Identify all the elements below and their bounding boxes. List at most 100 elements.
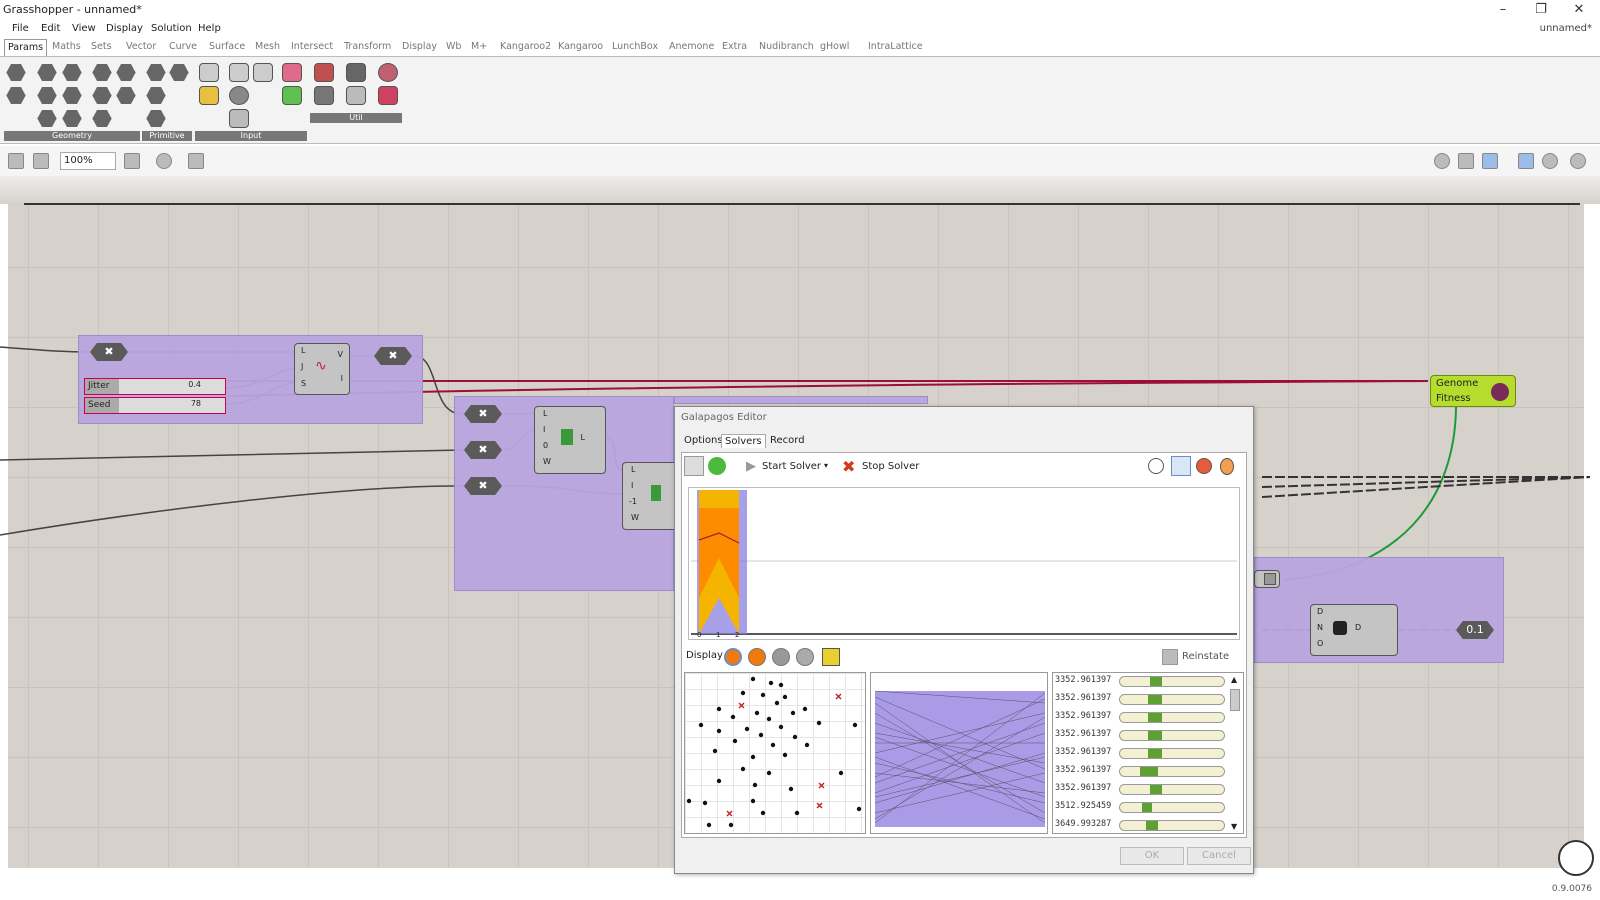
genome-marker [726,810,733,817]
list-item[interactable]: 3649.993287 [1055,817,1225,833]
x-tick: 2 [735,631,740,639]
fitness-value: 3649.993287 [1055,819,1112,829]
list-item-component[interactable]: L I -1 W [622,462,674,530]
data-output-component[interactable] [1254,570,1280,588]
fitness-list[interactable]: 3352.961397 3352.961397 3352.961397 3352… [1052,672,1244,834]
fitness-bar-fill [1148,749,1162,758]
input-l: L [301,346,306,355]
list-item[interactable]: 3352.961397 [1055,709,1225,725]
wire [0,449,463,461]
genome-point [804,742,810,748]
scroll-up-icon[interactable]: ▲ [1231,675,1237,684]
compass-widget-icon[interactable] [1558,840,1594,876]
jitter-wave-icon: ∿ [315,358,327,374]
radiation-icon[interactable] [822,648,840,666]
cancel-button[interactable]: Cancel [1187,847,1251,865]
fitness-chart-svg [691,490,1237,635]
list-item[interactable]: 3352.961397 [1055,745,1225,761]
input-l: L [543,409,548,418]
tab-record[interactable]: Record [767,434,808,447]
fitness-bar [1119,730,1225,741]
genome-point [716,706,722,712]
genome-point [766,716,772,722]
genome-point [752,782,758,788]
fitness-bar [1119,802,1225,813]
number-panel[interactable]: 0.1 [1456,621,1494,639]
genome-point [778,682,784,688]
fitness-history-chart: 0 1 2 [688,487,1240,640]
genome-point [770,742,776,748]
division-component[interactable]: D N O D [1310,604,1398,656]
fitness-bar [1119,676,1225,687]
geometry-param[interactable]: ✖ [374,347,412,365]
fitness-bar-fill [1148,731,1162,740]
genome-point [788,786,794,792]
genome-point [740,690,746,696]
display-mode-2-icon[interactable] [748,648,766,666]
list-item[interactable]: 3352.961397 [1055,781,1225,797]
fitness-bar-fill [1146,821,1158,830]
genome-point [712,748,718,754]
status-bar [0,880,1600,900]
jitter-component[interactable]: L J S V I ∿ [294,343,350,395]
input-d: D [1317,607,1324,616]
fitness-value: 3352.961397 [1055,765,1112,775]
chevron-down-icon[interactable]: ▾ [824,461,828,470]
list-item[interactable]: 3352.961397 [1055,691,1225,707]
slider-value: 78 [190,399,201,408]
genome-point [702,800,708,806]
egg-icon[interactable] [1220,458,1234,475]
genome-point [768,680,774,686]
fitness-value: 3512.925459 [1055,801,1112,811]
genome-point [838,770,844,776]
geometry-param[interactable]: ✖ [464,405,502,423]
list-item-component[interactable]: L I 0 W L [534,406,606,474]
parallel-plot-svg [874,690,1046,827]
geometry-param[interactable]: ✖ [464,477,502,495]
gauge-icon[interactable] [1171,456,1191,476]
clock-icon[interactable] [1148,458,1164,474]
start-solver-button[interactable]: Start Solver [762,461,821,472]
display-mode-3-icon[interactable] [772,648,790,666]
genome-point [782,694,788,700]
wire [1261,476,1591,488]
tab-options[interactable]: Options [681,434,726,447]
output-v: V [337,350,343,359]
seed-slider[interactable]: Seed 78 [84,397,226,414]
display-mode-4-icon[interactable] [796,648,814,666]
wire [0,346,91,353]
reinstate-button[interactable]: Reinstate [1182,651,1229,662]
component-group [674,396,928,404]
fitness-list-scrollbar[interactable]: ▲ ▼ [1229,675,1241,831]
annealing-solver-icon[interactable] [708,457,726,475]
genome-point [754,710,760,716]
display-mode-1-icon[interactable] [724,648,742,666]
scroll-thumb[interactable] [1230,689,1240,711]
genome-map[interactable] [684,672,866,834]
ok-button[interactable]: OK [1120,847,1184,865]
fitness-bar-fill [1148,713,1162,722]
genome-point [740,766,746,772]
genome-point [750,754,756,760]
evolutionary-solver-icon[interactable] [684,456,704,476]
wire [1261,476,1591,498]
list-item[interactable]: 3352.961397 [1055,763,1225,779]
list-item[interactable]: 3512.925459 [1055,799,1225,815]
plot-area [875,691,1045,827]
jitter-slider[interactable]: Jitter 0.4 [84,378,226,395]
fitness-bar [1119,784,1225,795]
speed-icon[interactable] [1196,458,1212,474]
list-item[interactable]: 3352.961397 [1055,727,1225,743]
galapagos-icon [1491,383,1509,401]
genome-point [750,798,756,804]
display-label: Display [686,650,723,661]
scroll-down-icon[interactable]: ▼ [1231,822,1237,831]
version-label: 0.9.0076 [1551,884,1592,894]
stop-solver-button[interactable]: Stop Solver [862,461,919,472]
geometry-param[interactable]: ✖ [464,441,502,459]
galapagos-component[interactable]: Genome Fitness [1430,375,1516,407]
geometry-param[interactable]: ✖ [90,343,128,361]
x-tick: 0 [697,631,702,639]
tab-solvers[interactable]: Solvers [721,434,766,448]
list-item[interactable]: 3352.961397 [1055,673,1225,689]
